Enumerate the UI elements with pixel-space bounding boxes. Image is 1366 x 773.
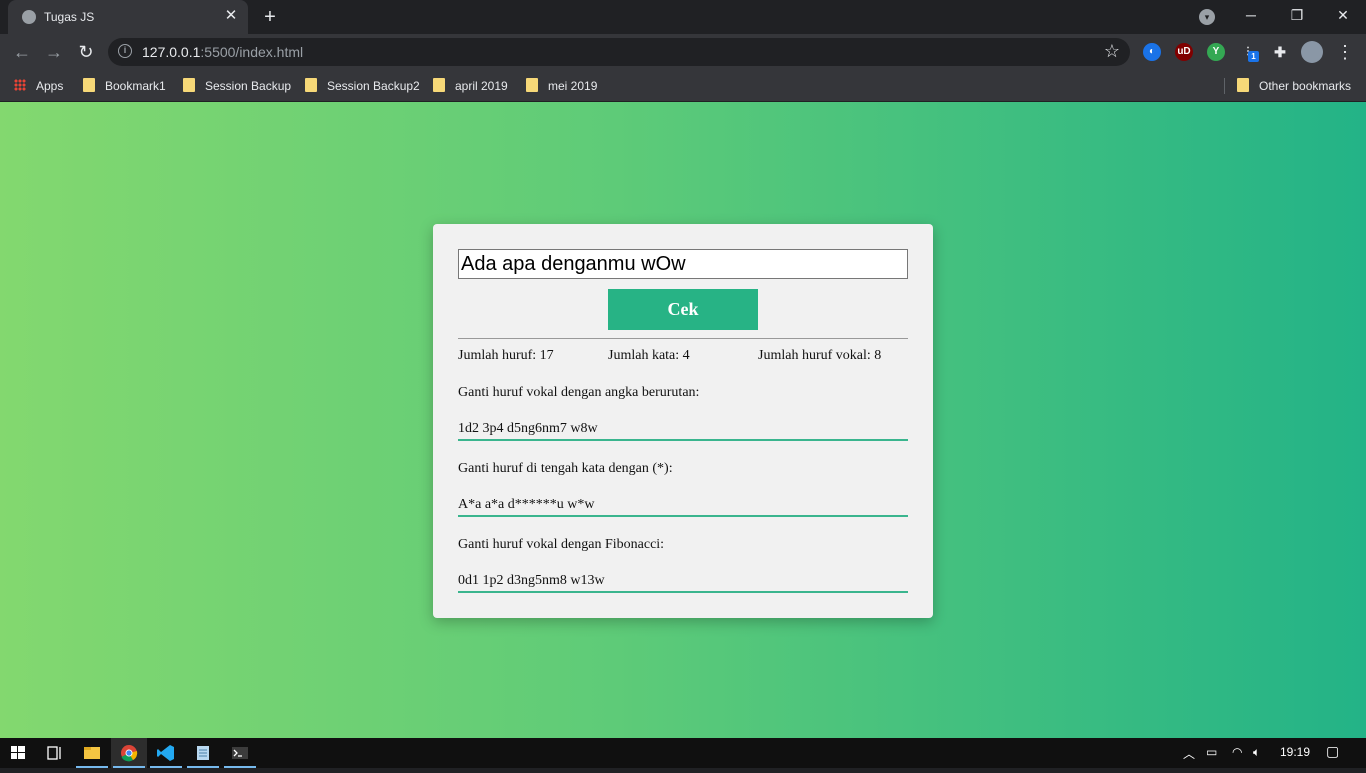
bookmark-star-icon[interactable]: ☆ (1104, 41, 1120, 62)
section-label-bintang: Ganti huruf di tengah kata dengan (*): (458, 461, 673, 476)
tray-chevron-icon[interactable]: ︿ (1183, 745, 1195, 762)
close-window-icon[interactable]: ✕ (1320, 0, 1366, 32)
restore-icon[interactable]: ❐ (1274, 0, 1320, 32)
volume-icon[interactable]: 🔈︎ (1253, 745, 1260, 760)
profile-avatar[interactable] (1301, 41, 1323, 63)
extension-badge: 1 (1248, 51, 1259, 62)
new-tab-button[interactable]: + (258, 6, 282, 28)
page-background: Ada apa denganmu wOw Cek Jumlah huruf: 1… (0, 102, 1366, 738)
extension-badge-icon[interactable]: ⋮1 (1239, 43, 1259, 62)
bookmark-folder-april-2019[interactable]: april 2019 (433, 76, 508, 96)
bookmark-other[interactable]: Other bookmarks (1237, 76, 1351, 96)
address-bar[interactable]: i 127.0.0.1:5500/index.html ☆ (108, 38, 1130, 66)
notepad-icon[interactable] (185, 738, 221, 768)
bookmark-apps[interactable]: Apps (14, 76, 63, 96)
bookmark-folder-mei-2019[interactable]: mei 2019 (526, 76, 597, 96)
result-bintang: A*a a*a d******u w*w (458, 497, 908, 517)
divider (458, 338, 908, 339)
cek-button[interactable]: Cek (608, 289, 758, 330)
chrome-icon[interactable] (111, 738, 147, 768)
folder-icon (83, 78, 95, 92)
stat-jumlah-kata: Jumlah kata: 4 (608, 348, 690, 363)
folder-icon (183, 78, 195, 92)
windows-start-icon[interactable] (0, 738, 36, 768)
tab-title: Tugas JS (44, 10, 95, 24)
browser-menu-icon[interactable]: ⋮ (1336, 40, 1354, 64)
app-card: Ada apa denganmu wOw Cek Jumlah huruf: 1… (433, 224, 933, 618)
folder-icon (433, 78, 445, 92)
site-info-icon[interactable]: i (118, 44, 132, 58)
text-input[interactable]: Ada apa denganmu wOw (458, 249, 908, 279)
section-label-fibonacci: Ganti huruf vokal dengan Fibonacci: (458, 537, 665, 552)
file-explorer-icon[interactable] (74, 738, 110, 768)
folder-icon (1237, 78, 1249, 92)
close-tab-icon[interactable]: ✕ (222, 7, 240, 25)
task-view-icon[interactable] (36, 738, 72, 768)
browser-toolbar: ← → ↻ i 127.0.0.1:5500/index.html ☆ ◐ uD… (0, 34, 1366, 70)
extension-green-icon[interactable]: Y (1207, 43, 1225, 61)
bookmarks-divider (1224, 78, 1225, 94)
apps-grid-icon (14, 79, 26, 91)
bookmark-folder-session-backup2[interactable]: Session Backup2 (305, 76, 420, 96)
notifications-icon[interactable]: ▢ (1326, 743, 1339, 760)
tab-strip: Tugas JS ✕ + ▾ ─ ❐ ✕ (0, 0, 1366, 34)
bookmarks-bar: Apps Bookmark1 Session Backup Session Ba… (0, 70, 1366, 102)
globe-icon (22, 10, 36, 24)
ublock-icon[interactable]: uD (1175, 43, 1193, 61)
bookmark-folder-bookmark1[interactable]: Bookmark1 (83, 76, 166, 96)
vscode-icon[interactable] (148, 738, 184, 768)
result-angka: 1d2 3p4 d5ng6nm7 w8w (458, 421, 908, 441)
extension-blue-icon[interactable]: ◐ (1143, 43, 1161, 61)
folder-icon (526, 78, 538, 92)
stat-jumlah-vokal: Jumlah huruf vokal: 8 (758, 348, 882, 363)
browser-tab[interactable]: Tugas JS ✕ (8, 0, 248, 34)
stat-jumlah-huruf: Jumlah huruf: 17 (458, 348, 554, 363)
terminal-icon[interactable] (222, 738, 258, 768)
section-label-angka: Ganti huruf vokal dengan angka berurutan… (458, 385, 700, 400)
reload-icon[interactable]: ↻ (74, 40, 98, 64)
tab-search-icon[interactable]: ▾ (1199, 9, 1215, 25)
back-icon[interactable]: ← (10, 40, 34, 64)
battery-icon[interactable]: ▭ (1206, 745, 1217, 759)
folder-icon (305, 78, 317, 92)
forward-icon[interactable]: → (42, 40, 66, 64)
wifi-icon[interactable]: ◠ (1232, 745, 1242, 759)
result-fibonacci: 0d1 1p2 d3ng5nm8 w13w (458, 573, 908, 593)
clock[interactable]: 19:19 (1280, 745, 1310, 759)
address-url: 127.0.0.1:5500/index.html (142, 44, 304, 60)
puzzle-extensions-icon[interactable]: ✚ (1271, 43, 1289, 61)
windows-taskbar: ︿ ▭ ◠ 🔈︎ 19:19 ▢ (0, 738, 1366, 768)
bookmark-folder-session-backup[interactable]: Session Backup (183, 76, 291, 96)
minimize-icon[interactable]: ─ (1228, 0, 1274, 32)
